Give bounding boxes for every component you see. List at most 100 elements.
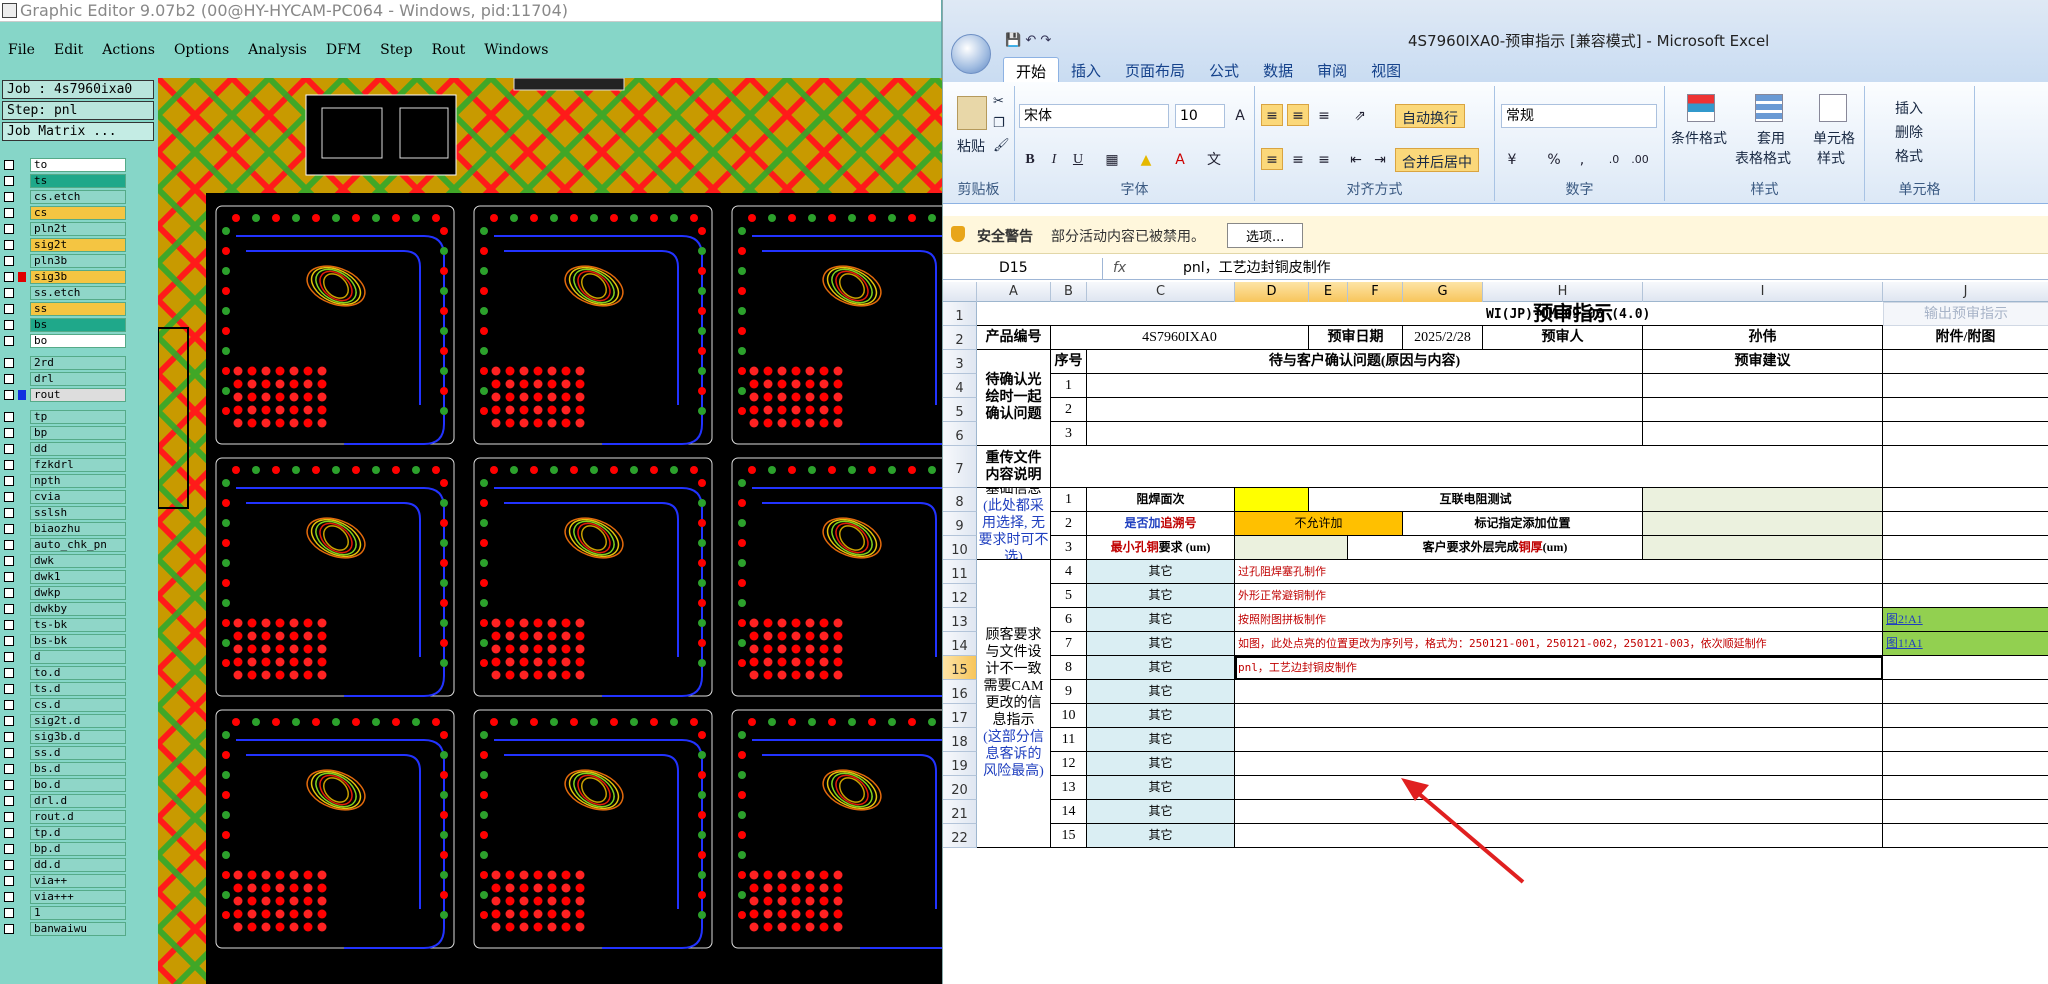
layer-row-d[interactable]: d [4, 649, 126, 665]
ribbon-tab-5[interactable]: 审阅 [1305, 57, 1359, 85]
attachment-link[interactable] [1883, 728, 2048, 752]
merge-center-button[interactable]: 合并后居中 [1395, 148, 1479, 172]
instruction-cell[interactable] [1235, 776, 1883, 800]
layer-row-ts.d[interactable]: ts.d [4, 681, 126, 697]
attachment-link[interactable] [1883, 656, 2048, 680]
layer-checkbox[interactable] [4, 924, 14, 934]
other-category[interactable]: 其它 [1087, 704, 1235, 728]
function-icon[interactable]: fx [1113, 260, 1126, 276]
attachment-cell[interactable] [1883, 350, 2048, 374]
increase-decimal-icon[interactable]: .0 [1603, 148, 1625, 170]
copy-icon[interactable]: ❐ [993, 116, 1005, 131]
layer-row-dwkby[interactable]: dwkby [4, 601, 126, 617]
layer-row-bs.d[interactable]: bs.d [4, 761, 126, 777]
layer-row-sig2t.d[interactable]: sig2t.d [4, 713, 126, 729]
menu-actions[interactable]: Actions [102, 42, 155, 58]
instruction-cell[interactable] [1235, 704, 1883, 728]
layer-checkbox[interactable] [4, 700, 14, 710]
solder-mask-side-label[interactable]: 阻焊面次 [1087, 488, 1235, 512]
layer-row-via++[interactable]: via++ [4, 873, 126, 889]
row-header-13[interactable]: 13 [943, 608, 977, 632]
underline-button[interactable]: U [1067, 148, 1089, 170]
ribbon-tab-6[interactable]: 视图 [1359, 57, 1413, 85]
ribbon-tab-2[interactable]: 页面布局 [1113, 57, 1197, 85]
layer-row-sig3b.d[interactable]: sig3b.d [4, 729, 126, 745]
seq-number[interactable]: 2 [1051, 398, 1087, 422]
attachment-link[interactable] [1883, 560, 2048, 584]
other-category[interactable]: 其它 [1087, 656, 1235, 680]
italic-button[interactable]: I [1043, 148, 1065, 170]
menu-dfm[interactable]: DFM [326, 42, 361, 58]
align-center-icon[interactable]: ≡ [1287, 148, 1309, 170]
layer-row-bs[interactable]: bs [4, 317, 126, 333]
layer-checkbox[interactable] [4, 620, 14, 630]
layer-checkbox[interactable] [4, 176, 14, 186]
menu-step[interactable]: Step [380, 42, 412, 58]
reupload-label[interactable]: 重传文件内容说明 [977, 446, 1051, 488]
instruction-cell[interactable] [1235, 824, 1883, 848]
layer-checkbox[interactable] [4, 240, 14, 250]
column-header-D[interactable]: D [1235, 282, 1309, 302]
layer-checkbox[interactable] [4, 428, 14, 438]
layer-row-to[interactable]: to [4, 157, 126, 173]
wrap-text-button[interactable]: 自动换行 [1395, 104, 1465, 128]
layer-checkbox[interactable] [4, 336, 14, 346]
layer-row-ss[interactable]: ss [4, 301, 126, 317]
layer-row-bo[interactable]: bo [4, 333, 126, 349]
ribbon-tab-1[interactable]: 插入 [1059, 57, 1113, 85]
layer-checkbox[interactable] [4, 508, 14, 518]
row-header-2[interactable]: 2 [943, 326, 977, 350]
layer-row-via+++[interactable]: via+++ [4, 889, 126, 905]
outer-copper-value[interactable] [1643, 536, 1883, 560]
orientation-icon[interactable]: ⇗ [1349, 104, 1371, 126]
paste-button[interactable]: 粘贴 [957, 136, 985, 156]
column-header-I[interactable]: I [1643, 282, 1883, 302]
column-header-G[interactable]: G [1403, 282, 1483, 302]
attachment-link[interactable] [1883, 752, 2048, 776]
product-number-value[interactable]: 4S7960IXA0 [1051, 326, 1309, 350]
layer-checkbox[interactable] [4, 208, 14, 218]
min-hole-copper-label[interactable]: 最小孔铜 要求 (um) [1087, 536, 1235, 560]
attachment-cell[interactable] [1883, 512, 2048, 536]
seq-number[interactable]: 14 [1051, 800, 1087, 824]
layer-checkbox[interactable] [4, 556, 14, 566]
layer-checkbox[interactable] [4, 224, 14, 234]
format-as-table-icon[interactable] [1755, 94, 1783, 122]
column-header-F[interactable]: F [1348, 282, 1403, 302]
layer-checkbox[interactable] [4, 288, 14, 298]
layer-checkbox[interactable] [4, 764, 14, 774]
layer-row-tp.d[interactable]: tp.d [4, 825, 126, 841]
security-options-button[interactable]: 选项... [1227, 223, 1304, 248]
layer-row-ss.d[interactable]: ss.d [4, 745, 126, 761]
layer-checkbox[interactable] [4, 320, 14, 330]
layer-row-cvia[interactable]: cvia [4, 489, 126, 505]
conditional-format-icon[interactable] [1687, 94, 1715, 122]
seq-number[interactable]: 4 [1051, 560, 1087, 584]
delete-cells-button[interactable]: 删除 [1895, 122, 1923, 142]
attachment-cell[interactable] [1883, 398, 2048, 422]
layer-checkbox[interactable] [4, 652, 14, 662]
attachment-link[interactable] [1883, 776, 2048, 800]
min-hole-copper-value[interactable] [1235, 536, 1348, 560]
attachment-link[interactable] [1883, 800, 2048, 824]
undo-icon[interactable]: ↶ [1025, 33, 1036, 48]
layer-row-ts-bk[interactable]: ts-bk [4, 617, 126, 633]
instruction-cell[interactable] [1235, 728, 1883, 752]
pending-issue-cell[interactable] [1087, 398, 1643, 422]
confirm-section-label[interactable]: 待确认光绘时一起确认问题 [977, 350, 1051, 446]
attachment-cell[interactable] [1883, 374, 2048, 398]
layer-checkbox[interactable] [4, 524, 14, 534]
layer-row-fzkdrl[interactable]: fzkdrl [4, 457, 126, 473]
layer-checkbox[interactable] [4, 780, 14, 790]
layer-row-drl[interactable]: drl [4, 371, 126, 387]
layer-row-sslsh[interactable]: sslsh [4, 505, 126, 521]
layer-checkbox[interactable] [4, 636, 14, 646]
instruction-cell[interactable] [1235, 800, 1883, 824]
layer-row-1[interactable]: 1 [4, 905, 126, 921]
font-color-icon[interactable]: A [1169, 148, 1191, 170]
layer-checkbox[interactable] [4, 444, 14, 454]
layer-row-rout[interactable]: rout [4, 387, 126, 403]
layer-row-dd.d[interactable]: dd.d [4, 857, 126, 873]
menu-options[interactable]: Options [174, 42, 229, 58]
attachment-link[interactable] [1883, 584, 2048, 608]
